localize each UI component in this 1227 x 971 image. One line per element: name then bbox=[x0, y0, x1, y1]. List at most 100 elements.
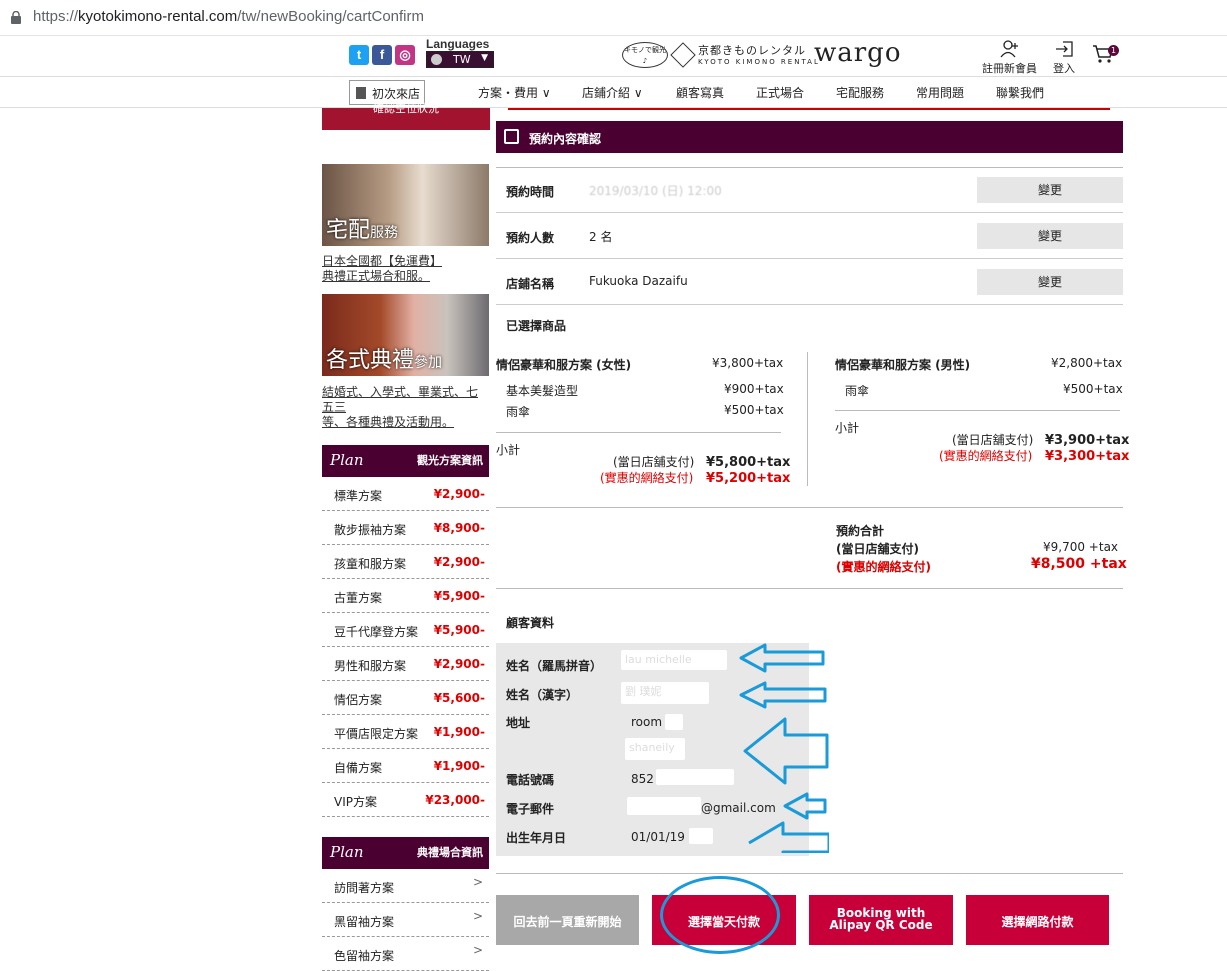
top-red-line bbox=[508, 108, 1110, 110]
annotation-circle bbox=[660, 876, 780, 954]
login-label: 登入 bbox=[1053, 62, 1075, 75]
total-store-pay: ¥9,700 +tax bbox=[1043, 540, 1119, 554]
logo-jp: 京都きものレンタル bbox=[698, 44, 806, 57]
plan-price: ¥1,900- bbox=[433, 759, 485, 773]
logo-wargo: wargo bbox=[814, 38, 902, 68]
logo-en: KYOTO KIMONO RENTAL bbox=[698, 58, 820, 66]
plan-row[interactable]: 色留袖方案 > bbox=[322, 937, 489, 971]
booking-confirm-header: 預約內容確認 bbox=[496, 121, 1123, 153]
plan-name: 自備方案 bbox=[334, 761, 383, 775]
option-name: 雨傘 bbox=[506, 405, 531, 419]
delivery-banner[interactable]: 宅配服務 bbox=[322, 164, 489, 246]
plan-row[interactable]: 黑留袖方案 > bbox=[322, 903, 489, 937]
chevron-right-icon: > bbox=[472, 909, 483, 923]
row-key: 預約人數 bbox=[506, 231, 555, 245]
store-name-row: 店鋪名稱 Fukuoka Dazaifu 變更 bbox=[496, 259, 1123, 305]
plan-price: ¥5,900- bbox=[433, 623, 485, 637]
alipay-button[interactable]: Booking with Alipay QR Code bbox=[809, 895, 953, 945]
nav-item-faq[interactable]: 常用問題 bbox=[916, 84, 964, 101]
nav-item-gallery[interactable]: 顧客寫真 bbox=[676, 84, 724, 101]
plan-name: 古董方案 bbox=[334, 591, 383, 605]
online-pay-label: (實惠的網絡支付) bbox=[600, 471, 694, 485]
plan-name: 色留袖方案 bbox=[334, 949, 395, 963]
left-online-pay: ¥5,200+tax bbox=[706, 471, 791, 486]
plan-name: 豆千代摩登方案 bbox=[334, 625, 419, 639]
field-key: 出生年月日 bbox=[506, 831, 567, 845]
delivery-banner-title: 宅配服務 bbox=[326, 218, 399, 243]
field-key: 姓名（漢字） bbox=[506, 688, 579, 702]
nav-item-contact[interactable]: 聯繫我們 bbox=[996, 84, 1044, 101]
plan-header-sub: 觀光方案資訊 bbox=[417, 454, 483, 467]
ceremony-link-2[interactable]: 五三 bbox=[322, 400, 346, 415]
plan-row[interactable]: 平價店限定方案 ¥1,900- bbox=[322, 715, 489, 749]
plan-row[interactable]: 古董方案 ¥5,900- bbox=[322, 579, 489, 613]
right-store-pay: ¥3,900+tax bbox=[1045, 433, 1130, 448]
plan-row[interactable]: VIP方案 ¥23,000- bbox=[322, 783, 489, 817]
ceremony-link-1[interactable]: 結婚式、入學式、畢業式、七 bbox=[322, 385, 478, 400]
option-name: 基本美髮造型 bbox=[506, 384, 579, 398]
logo-mark-icon bbox=[670, 42, 696, 68]
back-restart-button[interactable]: 回去前一頁重新開始 bbox=[496, 895, 639, 945]
phone-mask bbox=[656, 769, 734, 785]
ceremony-banner[interactable]: 各式典禮參加 bbox=[322, 294, 489, 376]
first-visit-label: 初次來店 bbox=[372, 87, 421, 101]
plan-row[interactable]: 訪問著方案 > bbox=[322, 869, 489, 903]
plan-row[interactable]: 情侶方案 ¥5,600- bbox=[322, 681, 489, 715]
divider bbox=[835, 410, 1120, 411]
nav-item-stores[interactable]: 店鋪介紹 ∨ bbox=[582, 84, 643, 101]
plan-row[interactable]: 自備方案 ¥1,900- bbox=[322, 749, 489, 783]
site-logo[interactable]: キモノで観光♪ 京都きものレンタル KYOTO KIMONO RENTAL wa… bbox=[622, 38, 900, 72]
option-name: 雨傘 bbox=[845, 384, 870, 398]
plan-row[interactable]: 豆千代摩登方案 ¥5,900- bbox=[322, 613, 489, 647]
chevron-right-icon: > bbox=[472, 943, 483, 957]
subtotal-label: 小計 bbox=[496, 443, 521, 457]
twitter-icon[interactable]: t bbox=[349, 45, 369, 65]
nav-item-delivery[interactable]: 宅配服務 bbox=[836, 84, 884, 101]
delivery-link-1[interactable]: 日本全國都【免運費】 bbox=[322, 254, 442, 269]
total-label: 預約合計 bbox=[836, 524, 885, 538]
plan-name: 散步振袖方案 bbox=[334, 523, 407, 537]
change-people-button[interactable]: 變更 bbox=[977, 223, 1123, 249]
sightseeing-plan-header: Plan 觀光方案資訊 bbox=[322, 445, 489, 477]
plan-row[interactable]: 男性和服方案 ¥2,900- bbox=[322, 647, 489, 681]
globe-icon bbox=[431, 54, 442, 65]
email-mask bbox=[627, 797, 701, 815]
divider bbox=[496, 873, 1123, 874]
store-pay-label: (當日店舖支付) bbox=[952, 433, 1034, 447]
address-value: room bbox=[631, 715, 663, 729]
right-plan-name: 情侶豪華和服方案 (男性) bbox=[835, 358, 971, 372]
plan-name: 黑留袖方案 bbox=[334, 915, 395, 929]
pay-online-button[interactable]: 選擇網路付款 bbox=[966, 895, 1109, 945]
plan-price: ¥2,900- bbox=[433, 487, 485, 501]
language-select[interactable]: TW ▼ bbox=[426, 51, 494, 68]
plan-price: ¥1,900- bbox=[433, 725, 485, 739]
option-price: ¥900+tax bbox=[724, 382, 784, 396]
plan-row[interactable]: 孩童和服方案 ¥2,900- bbox=[322, 545, 489, 579]
register-label: 註冊新會員 bbox=[982, 62, 1037, 75]
calendar-check-icon bbox=[504, 129, 519, 144]
ceremony-banner-title: 各式典禮參加 bbox=[326, 348, 443, 373]
plan-row[interactable]: 標準方案 ¥2,900- bbox=[322, 477, 489, 511]
browser-url-bar[interactable]: https://kyotokimono-rental.com/tw/newBoo… bbox=[0, 0, 1227, 36]
facebook-icon[interactable]: f bbox=[372, 45, 392, 65]
ceremony-link-3[interactable]: 等、各種典禮及活動用。 bbox=[322, 415, 454, 430]
instagram-icon[interactable]: ◎ bbox=[395, 45, 415, 65]
nav-item-plans[interactable]: 方案・費用 ∨ bbox=[478, 84, 551, 101]
login-link[interactable]: 登入 bbox=[1053, 40, 1075, 76]
url-text[interactable]: https://kyotokimono-rental.com/tw/newBoo… bbox=[33, 8, 424, 25]
change-time-button[interactable]: 變更 bbox=[977, 177, 1123, 203]
plan-header-label: Plan bbox=[330, 451, 364, 469]
nav-item-formal[interactable]: 正式場合 bbox=[756, 84, 804, 101]
field-key: 地址 bbox=[506, 716, 531, 730]
delivery-link-2[interactable]: 典禮正式場合和服。 bbox=[322, 269, 430, 284]
change-store-button[interactable]: 變更 bbox=[977, 269, 1123, 295]
plan-name: 男性和服方案 bbox=[334, 659, 407, 673]
check-availability-button[interactable]: 確認空位狀況 bbox=[322, 103, 490, 130]
phone-value: 852 bbox=[631, 772, 654, 786]
people-value: 2 名 bbox=[589, 230, 613, 244]
plan-row[interactable]: 散步振袖方案 ¥8,900- bbox=[322, 511, 489, 545]
divider bbox=[496, 588, 1123, 589]
subtotal-label: 小計 bbox=[835, 421, 860, 435]
register-link[interactable]: 註冊新會員 bbox=[982, 40, 1037, 76]
languages-label: Languages bbox=[426, 37, 490, 51]
